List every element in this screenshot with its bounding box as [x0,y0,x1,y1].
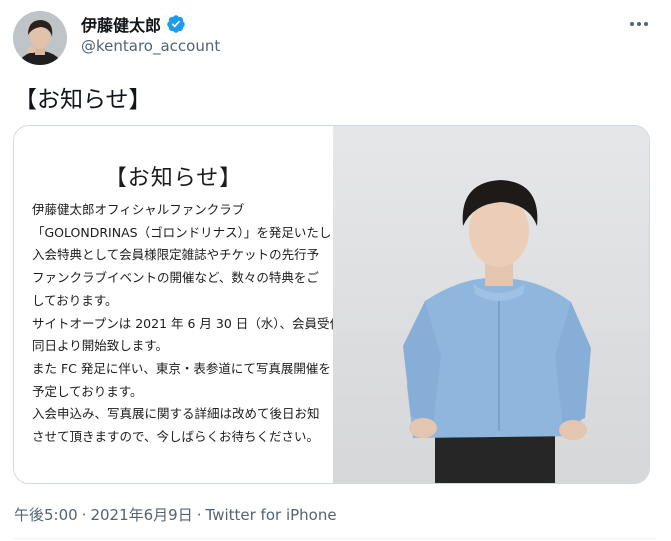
portrait-photo [333,126,649,483]
notice-line: サイトオープンは 2021 年 6 月 30 日（水）、会員受付 [32,315,333,331]
tweet-time[interactable]: 午後5:00 [14,504,78,525]
avatar[interactable] [13,11,67,65]
author-display-name[interactable]: 伊藤健太郎 [81,12,161,36]
avatar-image [13,11,67,65]
notice-panel: 【お知らせ】 伊藤健太郎オフィシャルファンクラブ 「GOLONDRINAS（ゴロ… [14,126,333,483]
notice-line: また FC 発足に伴い、東京・表参道にて写真展開催を [32,360,331,376]
notice-line: しております。 [32,292,118,308]
separator-dot: · [81,505,87,524]
notice-line: 「GOLONDRINAS（ゴロンドリナス）」を発足いたしま [32,224,333,240]
more-dot-icon [637,22,641,26]
divider [14,538,657,539]
separator-dot: · [196,505,202,524]
author-handle[interactable]: @kentaro_account [81,37,220,55]
verified-badge-icon [166,14,186,34]
notice-line: させて頂きますので、今しばらくお待ちください。 [32,429,320,445]
notice-line: ファンクラブイベントの開催など、数々の特典をご [32,270,319,286]
author-name-row: 伊藤健太郎 [81,13,186,35]
more-dot-icon [630,22,634,26]
portrait-illustration [403,180,591,483]
notice-line: 入会特典として会員様限定雑誌やチケットの先行予 [32,247,320,263]
tweet-text: 【お知らせ】 [14,87,152,113]
notice-line: 予定しております。 [32,383,143,399]
notice-body: 伊藤健太郎オフィシャルファンクラブ 「GOLONDRINAS（ゴロンドリナス）」… [32,199,333,449]
tweet-source[interactable]: Twitter for iPhone [206,506,337,524]
media-image[interactable]: 【お知らせ】 伊藤健太郎オフィシャルファンクラブ 「GOLONDRINAS（ゴロ… [13,125,650,484]
tweet-timestamp: 午後5:00 · 2021年6月9日 · Twitter for iPhone [14,504,337,525]
tweet-date[interactable]: 2021年6月9日 [90,504,192,525]
tweet: 伊藤健太郎 @kentaro_account 【お知らせ】 【お知らせ】 伊藤健… [0,0,671,541]
more-options-button[interactable] [626,14,652,34]
notice-title: 【お知らせ】 [104,166,243,191]
more-dot-icon [644,22,648,26]
notice-line: 同日より開始致します。 [32,338,169,354]
notice-line: 入会申込み、写真展に関する詳細は改めて後日お知 [32,406,320,422]
notice-line: 伊藤健太郎オフィシャルファンクラブ [32,202,245,217]
